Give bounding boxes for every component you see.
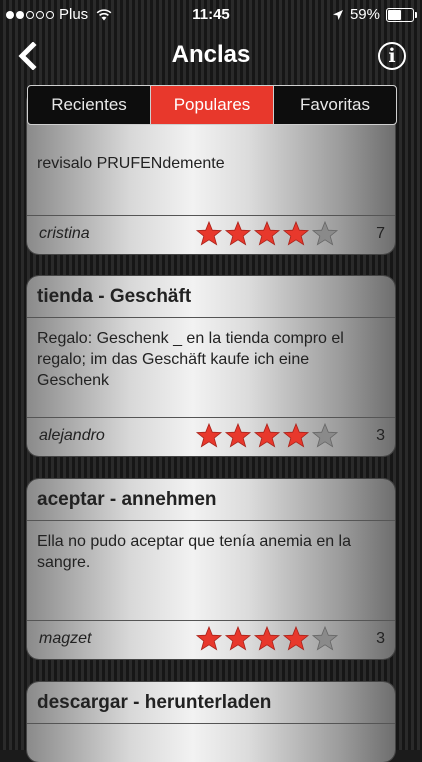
star-filled-icon xyxy=(282,422,310,448)
card-count: 7 xyxy=(376,225,385,242)
star-filled-icon xyxy=(224,422,252,448)
rating-stars xyxy=(195,625,339,653)
star-filled-icon xyxy=(282,625,310,651)
star-filled-icon xyxy=(224,220,252,246)
star-empty-icon xyxy=(311,220,339,246)
star-filled-icon xyxy=(253,625,281,651)
card-count: 3 xyxy=(376,630,385,647)
card-footer: alejandro 3 xyxy=(27,417,395,456)
location-arrow-icon xyxy=(332,9,343,20)
card-title: descargar - herunterladen xyxy=(27,682,395,724)
card-title: aceptar - annehmen xyxy=(27,479,395,521)
tab-favoritas[interactable]: Favoritas xyxy=(274,86,396,124)
star-filled-icon xyxy=(253,422,281,448)
star-filled-icon xyxy=(195,625,223,651)
card-footer: magzet 3 xyxy=(27,620,395,659)
tab-populares[interactable]: Populares xyxy=(151,86,274,124)
star-empty-icon xyxy=(311,422,339,448)
rating-stars xyxy=(195,220,339,248)
star-filled-icon xyxy=(224,625,252,651)
star-filled-icon xyxy=(282,220,310,246)
list-item[interactable]: descargar - herunterladen xyxy=(27,682,395,762)
card-author: magzet xyxy=(39,630,92,647)
status-right: 59% xyxy=(332,6,417,23)
battery-icon xyxy=(386,7,417,22)
battery-fill xyxy=(388,9,401,20)
status-bar: Plus 11:45 59% xyxy=(0,0,422,28)
card-count: 3 xyxy=(376,427,385,444)
card-author: alejandro xyxy=(39,427,105,444)
segmented-tabs: Recientes Populares Favoritas xyxy=(27,85,397,125)
page-title: Anclas xyxy=(171,41,251,68)
card-title: tienda - Geschäft xyxy=(27,276,395,318)
rating-stars xyxy=(195,422,339,450)
star-filled-icon xyxy=(195,220,223,246)
tab-recientes[interactable]: Recientes xyxy=(28,86,151,124)
card-body: Regalo: Geschenk _ en la tienda compro e… xyxy=(37,330,344,389)
star-filled-icon xyxy=(195,422,223,448)
info-icon[interactable]: i xyxy=(378,42,406,70)
navigation-bar: Anclas i xyxy=(0,28,422,84)
list-item[interactable]: aceptar - annehmen Ella no pudo aceptar … xyxy=(27,479,395,659)
card-body: Ella no pudo aceptar que tenía anemia en… xyxy=(37,533,352,571)
card-footer: cristina 7 xyxy=(27,215,395,254)
star-empty-icon xyxy=(311,625,339,651)
list-item[interactable]: tienda - Geschäft Regalo: Geschenk _ en … xyxy=(27,276,395,456)
battery-percent: 59% xyxy=(349,6,380,23)
star-filled-icon xyxy=(253,220,281,246)
card-author: cristina xyxy=(39,225,90,242)
